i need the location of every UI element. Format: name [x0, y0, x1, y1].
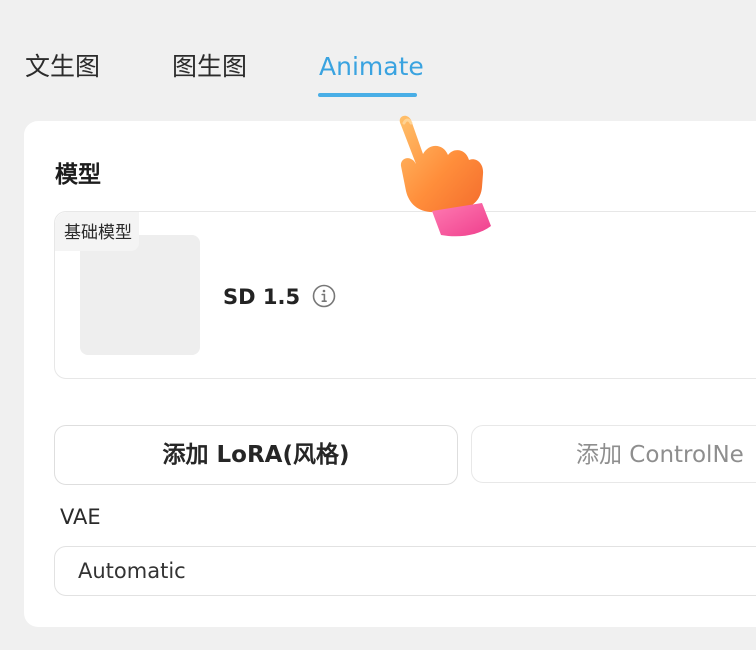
add-controlnet-button[interactable]: 添加 ControlNe: [471, 425, 756, 483]
model-section-title: 模型: [55, 162, 101, 188]
vae-select[interactable]: Automatic: [54, 546, 756, 596]
app-page: 文生图 图生图 Animate 模型 基础模型 SD 1.5 添加 LoRA(风…: [0, 0, 756, 650]
vae-label: VAE: [60, 505, 101, 529]
info-circle-icon[interactable]: [312, 284, 336, 308]
base-model-card[interactable]: 基础模型 SD 1.5: [54, 211, 756, 379]
base-model-tag: 基础模型: [55, 212, 139, 251]
tab-image-to-image[interactable]: 图生图: [172, 50, 247, 84]
tab-text-to-image[interactable]: 文生图: [25, 50, 100, 84]
model-name: SD 1.5: [223, 285, 301, 309]
mode-tabs: 文生图 图生图 Animate: [0, 0, 756, 110]
model-thumbnail: [80, 235, 200, 355]
active-tab-indicator: [318, 93, 417, 97]
tab-animate[interactable]: Animate: [319, 50, 424, 84]
settings-card: 模型 基础模型 SD 1.5 添加 LoRA(风格) 添加 ControlNe …: [24, 121, 756, 627]
add-lora-button[interactable]: 添加 LoRA(风格): [54, 425, 458, 485]
